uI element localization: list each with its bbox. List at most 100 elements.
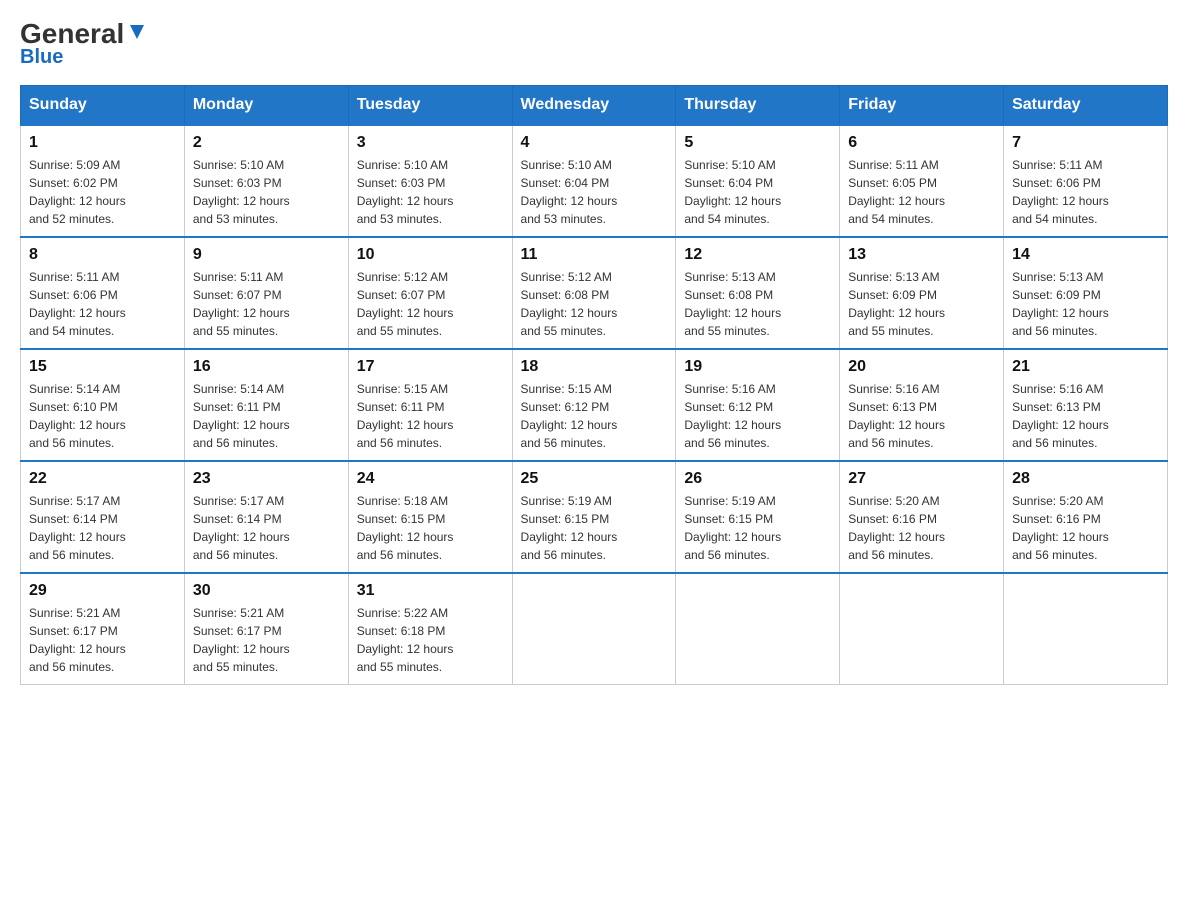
calendar-cell: 12 Sunrise: 5:13 AMSunset: 6:08 PMDaylig… [676, 237, 840, 349]
day-info: Sunrise: 5:19 AMSunset: 6:15 PMDaylight:… [684, 494, 781, 562]
calendar-cell: 11 Sunrise: 5:12 AMSunset: 6:08 PMDaylig… [512, 237, 676, 349]
logo-general: General [20, 20, 124, 48]
day-number: 15 [29, 358, 176, 376]
day-info: Sunrise: 5:14 AMSunset: 6:11 PMDaylight:… [193, 382, 290, 450]
calendar-cell: 30 Sunrise: 5:21 AMSunset: 6:17 PMDaylig… [184, 573, 348, 685]
day-number: 30 [193, 582, 340, 600]
header-tuesday: Tuesday [348, 86, 512, 126]
week-row-5: 29 Sunrise: 5:21 AMSunset: 6:17 PMDaylig… [21, 573, 1168, 685]
day-number: 9 [193, 246, 340, 264]
day-info: Sunrise: 5:13 AMSunset: 6:08 PMDaylight:… [684, 270, 781, 338]
header-friday: Friday [840, 86, 1004, 126]
logo-arrow-icon [126, 21, 148, 43]
calendar-cell: 19 Sunrise: 5:16 AMSunset: 6:12 PMDaylig… [676, 349, 840, 461]
day-number: 26 [684, 470, 831, 488]
day-number: 16 [193, 358, 340, 376]
header-wednesday: Wednesday [512, 86, 676, 126]
day-info: Sunrise: 5:14 AMSunset: 6:10 PMDaylight:… [29, 382, 126, 450]
calendar-cell: 4 Sunrise: 5:10 AMSunset: 6:04 PMDayligh… [512, 125, 676, 237]
calendar-cell: 24 Sunrise: 5:18 AMSunset: 6:15 PMDaylig… [348, 461, 512, 573]
day-number: 18 [521, 358, 668, 376]
calendar-cell: 26 Sunrise: 5:19 AMSunset: 6:15 PMDaylig… [676, 461, 840, 573]
day-info: Sunrise: 5:13 AMSunset: 6:09 PMDaylight:… [1012, 270, 1109, 338]
calendar-cell: 18 Sunrise: 5:15 AMSunset: 6:12 PMDaylig… [512, 349, 676, 461]
header-monday: Monday [184, 86, 348, 126]
calendar-cell [840, 573, 1004, 685]
day-info: Sunrise: 5:10 AMSunset: 6:04 PMDaylight:… [521, 158, 618, 226]
logo-blue: Blue [20, 46, 63, 69]
day-number: 25 [521, 470, 668, 488]
day-info: Sunrise: 5:13 AMSunset: 6:09 PMDaylight:… [848, 270, 945, 338]
page-header: General Blue [20, 20, 1168, 69]
day-info: Sunrise: 5:21 AMSunset: 6:17 PMDaylight:… [29, 606, 126, 674]
day-number: 5 [684, 134, 831, 152]
calendar-cell: 3 Sunrise: 5:10 AMSunset: 6:03 PMDayligh… [348, 125, 512, 237]
calendar-cell: 25 Sunrise: 5:19 AMSunset: 6:15 PMDaylig… [512, 461, 676, 573]
day-info: Sunrise: 5:20 AMSunset: 6:16 PMDaylight:… [1012, 494, 1109, 562]
day-info: Sunrise: 5:11 AMSunset: 6:06 PMDaylight:… [29, 270, 126, 338]
calendar-cell: 29 Sunrise: 5:21 AMSunset: 6:17 PMDaylig… [21, 573, 185, 685]
calendar-cell: 15 Sunrise: 5:14 AMSunset: 6:10 PMDaylig… [21, 349, 185, 461]
calendar-cell: 6 Sunrise: 5:11 AMSunset: 6:05 PMDayligh… [840, 125, 1004, 237]
header-saturday: Saturday [1004, 86, 1168, 126]
day-info: Sunrise: 5:21 AMSunset: 6:17 PMDaylight:… [193, 606, 290, 674]
day-number: 10 [357, 246, 504, 264]
day-info: Sunrise: 5:19 AMSunset: 6:15 PMDaylight:… [521, 494, 618, 562]
day-info: Sunrise: 5:11 AMSunset: 6:05 PMDaylight:… [848, 158, 945, 226]
calendar-cell: 27 Sunrise: 5:20 AMSunset: 6:16 PMDaylig… [840, 461, 1004, 573]
week-row-3: 15 Sunrise: 5:14 AMSunset: 6:10 PMDaylig… [21, 349, 1168, 461]
day-number: 13 [848, 246, 995, 264]
day-number: 1 [29, 134, 176, 152]
calendar-cell: 31 Sunrise: 5:22 AMSunset: 6:18 PMDaylig… [348, 573, 512, 685]
week-row-1: 1 Sunrise: 5:09 AMSunset: 6:02 PMDayligh… [21, 125, 1168, 237]
calendar-cell: 5 Sunrise: 5:10 AMSunset: 6:04 PMDayligh… [676, 125, 840, 237]
day-info: Sunrise: 5:11 AMSunset: 6:06 PMDaylight:… [1012, 158, 1109, 226]
day-number: 12 [684, 246, 831, 264]
header-thursday: Thursday [676, 86, 840, 126]
week-row-4: 22 Sunrise: 5:17 AMSunset: 6:14 PMDaylig… [21, 461, 1168, 573]
day-number: 8 [29, 246, 176, 264]
day-info: Sunrise: 5:16 AMSunset: 6:13 PMDaylight:… [848, 382, 945, 450]
day-info: Sunrise: 5:10 AMSunset: 6:03 PMDaylight:… [193, 158, 290, 226]
day-number: 17 [357, 358, 504, 376]
week-row-2: 8 Sunrise: 5:11 AMSunset: 6:06 PMDayligh… [21, 237, 1168, 349]
calendar-cell: 10 Sunrise: 5:12 AMSunset: 6:07 PMDaylig… [348, 237, 512, 349]
calendar-cell: 1 Sunrise: 5:09 AMSunset: 6:02 PMDayligh… [21, 125, 185, 237]
calendar-cell: 23 Sunrise: 5:17 AMSunset: 6:14 PMDaylig… [184, 461, 348, 573]
day-info: Sunrise: 5:18 AMSunset: 6:15 PMDaylight:… [357, 494, 454, 562]
day-info: Sunrise: 5:15 AMSunset: 6:11 PMDaylight:… [357, 382, 454, 450]
day-number: 4 [521, 134, 668, 152]
calendar-cell: 14 Sunrise: 5:13 AMSunset: 6:09 PMDaylig… [1004, 237, 1168, 349]
calendar-body: 1 Sunrise: 5:09 AMSunset: 6:02 PMDayligh… [21, 125, 1168, 685]
day-info: Sunrise: 5:15 AMSunset: 6:12 PMDaylight:… [521, 382, 618, 450]
day-info: Sunrise: 5:10 AMSunset: 6:03 PMDaylight:… [357, 158, 454, 226]
day-number: 27 [848, 470, 995, 488]
calendar-cell: 22 Sunrise: 5:17 AMSunset: 6:14 PMDaylig… [21, 461, 185, 573]
day-info: Sunrise: 5:16 AMSunset: 6:12 PMDaylight:… [684, 382, 781, 450]
day-number: 20 [848, 358, 995, 376]
day-number: 3 [357, 134, 504, 152]
day-number: 7 [1012, 134, 1159, 152]
calendar-cell: 9 Sunrise: 5:11 AMSunset: 6:07 PMDayligh… [184, 237, 348, 349]
day-number: 23 [193, 470, 340, 488]
day-info: Sunrise: 5:09 AMSunset: 6:02 PMDaylight:… [29, 158, 126, 226]
day-number: 11 [521, 246, 668, 264]
header-sunday: Sunday [21, 86, 185, 126]
header-row: SundayMondayTuesdayWednesdayThursdayFrid… [21, 86, 1168, 126]
day-number: 29 [29, 582, 176, 600]
day-number: 14 [1012, 246, 1159, 264]
day-info: Sunrise: 5:17 AMSunset: 6:14 PMDaylight:… [193, 494, 290, 562]
day-info: Sunrise: 5:12 AMSunset: 6:08 PMDaylight:… [521, 270, 618, 338]
calendar-cell: 13 Sunrise: 5:13 AMSunset: 6:09 PMDaylig… [840, 237, 1004, 349]
calendar-cell: 21 Sunrise: 5:16 AMSunset: 6:13 PMDaylig… [1004, 349, 1168, 461]
day-number: 22 [29, 470, 176, 488]
logo: General Blue [20, 20, 148, 69]
day-number: 2 [193, 134, 340, 152]
calendar-cell: 8 Sunrise: 5:11 AMSunset: 6:06 PMDayligh… [21, 237, 185, 349]
calendar-cell: 7 Sunrise: 5:11 AMSunset: 6:06 PMDayligh… [1004, 125, 1168, 237]
calendar-cell: 16 Sunrise: 5:14 AMSunset: 6:11 PMDaylig… [184, 349, 348, 461]
day-info: Sunrise: 5:11 AMSunset: 6:07 PMDaylight:… [193, 270, 290, 338]
day-number: 19 [684, 358, 831, 376]
day-number: 28 [1012, 470, 1159, 488]
calendar-header: SundayMondayTuesdayWednesdayThursdayFrid… [21, 86, 1168, 126]
